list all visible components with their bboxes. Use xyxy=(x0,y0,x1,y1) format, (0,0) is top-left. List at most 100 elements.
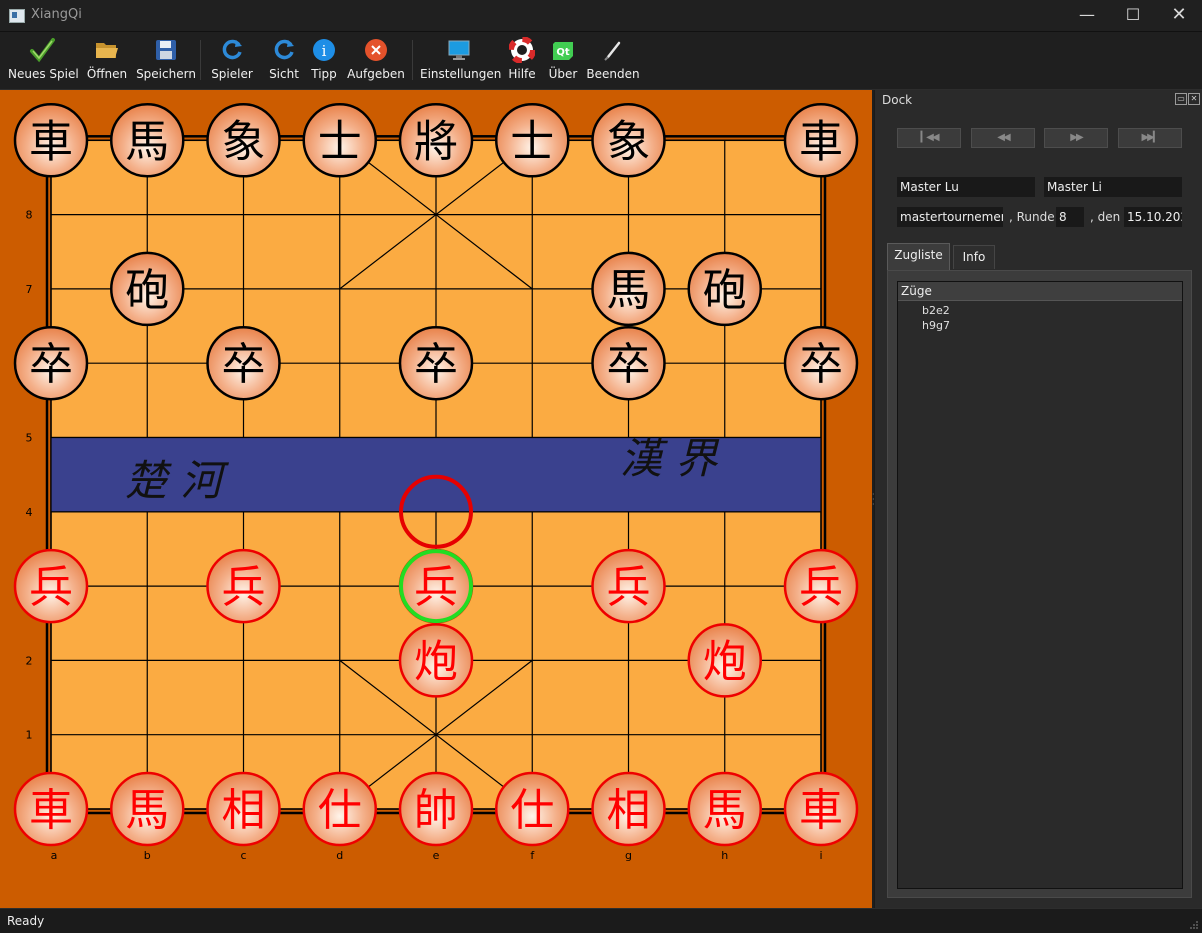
view-button[interactable]: Sicht xyxy=(264,32,304,89)
piece-char: 卒 xyxy=(414,339,458,390)
red-piece[interactable]: 兵 xyxy=(783,548,859,624)
xiangqi-board[interactable]: 楚 河漢 界 875421a b c d e f g h i 車馬象士將士象車砲馬砲卒卒卒卒卒兵… xyxy=(0,90,872,908)
black-piece[interactable]: 象 xyxy=(591,103,666,178)
piece-char: 車 xyxy=(29,785,73,836)
black-piece[interactable]: 馬 xyxy=(591,251,666,327)
piece-char: 象 xyxy=(222,116,266,167)
close-button[interactable]: ✕ xyxy=(1156,0,1202,31)
minimize-button[interactable]: — xyxy=(1064,0,1110,31)
about-button[interactable]: Qt Über xyxy=(544,32,582,89)
piece-char: 象 xyxy=(607,116,651,167)
dock-close-button[interactable]: ✕ xyxy=(1188,93,1200,105)
open-button[interactable]: Öffnen xyxy=(84,32,130,89)
file-label: b xyxy=(144,849,151,862)
black-piece[interactable]: 將 xyxy=(398,103,474,178)
piece-char: 士 xyxy=(318,116,362,167)
black-piece[interactable]: 卒 xyxy=(13,325,89,401)
black-piece[interactable]: 卒 xyxy=(398,325,474,401)
red-piece[interactable]: 車 xyxy=(13,771,89,847)
rank-label: 4 xyxy=(26,506,33,519)
lifebuoy-icon xyxy=(509,37,535,63)
red-piece[interactable]: 兵 xyxy=(206,548,281,624)
black-piece[interactable]: 車 xyxy=(783,103,859,178)
piece-char: 炮 xyxy=(703,636,747,687)
next-move-icon: ▶▶ xyxy=(1070,132,1083,143)
hint-button[interactable]: i Tipp xyxy=(304,32,344,89)
moves-list[interactable]: Züge b2e2 h9g7 xyxy=(897,281,1183,889)
toolbar-separator xyxy=(200,40,201,80)
event-field[interactable]: mastertournement xyxy=(896,206,1004,228)
size-grip-icon[interactable] xyxy=(1189,920,1199,930)
list-item[interactable]: b2e2 xyxy=(922,304,950,317)
black-piece[interactable]: 砲 xyxy=(110,251,185,327)
dock-float-button[interactable]: ▭ xyxy=(1175,93,1187,105)
piece-char: 兵 xyxy=(799,562,843,613)
toolbar-separator xyxy=(412,40,413,80)
info-icon: i xyxy=(313,39,335,61)
red-piece[interactable]: 仕 xyxy=(495,771,570,847)
black-piece[interactable]: 砲 xyxy=(687,251,762,327)
piece-char: 車 xyxy=(29,116,73,167)
prev-move-button[interactable]: ◀◀ xyxy=(971,128,1035,148)
last-move-button[interactable]: ▶▶▎ xyxy=(1118,128,1182,148)
red-piece[interactable]: 相 xyxy=(591,771,666,847)
piece-char: 兵 xyxy=(414,562,458,613)
red-piece[interactable]: 仕 xyxy=(302,771,377,847)
piece-char: 砲 xyxy=(703,265,747,316)
red-piece[interactable]: 馬 xyxy=(110,771,185,847)
maximize-button[interactable]: ☐ xyxy=(1110,0,1156,31)
piece-char: 馬 xyxy=(125,785,169,836)
red-piece[interactable]: 兵 xyxy=(13,548,89,624)
tab-move-list[interactable]: Zugliste xyxy=(887,243,950,270)
last-move-icon: ▶▶▎ xyxy=(1141,132,1160,143)
black-piece[interactable]: 馬 xyxy=(110,103,185,178)
moves-column-header[interactable]: Züge xyxy=(898,282,1182,301)
black-piece[interactable]: 士 xyxy=(302,103,377,178)
red-piece[interactable]: 相 xyxy=(206,771,281,847)
dock-title: Dock xyxy=(882,93,913,107)
black-piece[interactable]: 卒 xyxy=(591,325,666,401)
file-label: f xyxy=(530,849,535,862)
first-move-icon: ▎◀◀ xyxy=(920,132,939,143)
black-piece[interactable]: 卒 xyxy=(206,325,281,401)
black-piece[interactable]: 車 xyxy=(13,103,89,178)
pen-icon xyxy=(604,41,621,61)
quit-button[interactable]: Beenden xyxy=(586,32,640,89)
black-piece[interactable]: 象 xyxy=(206,103,281,178)
red-piece[interactable]: 炮 xyxy=(687,623,762,698)
file-label: a xyxy=(51,849,58,862)
red-piece[interactable]: 兵 xyxy=(591,548,666,624)
player-button[interactable]: Spieler xyxy=(208,32,256,89)
refresh-icon xyxy=(222,39,242,60)
black-piece[interactable]: 卒 xyxy=(783,325,859,401)
red-piece[interactable]: 車 xyxy=(783,771,859,847)
red-piece[interactable]: 炮 xyxy=(398,623,474,698)
svg-text:i: i xyxy=(322,42,327,60)
file-label: h xyxy=(721,849,728,862)
player-red-field[interactable]: Master Lu xyxy=(896,176,1036,198)
help-button[interactable]: Hilfe xyxy=(504,32,540,89)
board-area[interactable]: 楚 河漢 界 875421abcdefghi 車馬象士將士象車砲馬砲卒卒卒卒卒兵… xyxy=(0,90,872,908)
piece-char: 兵 xyxy=(607,562,651,613)
settings-button[interactable]: Einstellungen xyxy=(420,32,501,89)
rank-label: 5 xyxy=(26,432,33,445)
tab-info[interactable]: Info xyxy=(953,245,995,269)
resign-button[interactable]: Aufgeben xyxy=(346,32,406,89)
new-game-button[interactable]: Neues Spiel xyxy=(8,32,79,89)
first-move-button[interactable]: ▎◀◀ xyxy=(897,128,961,148)
list-item[interactable]: h9g7 xyxy=(922,319,950,332)
date-field[interactable]: 15.10.2023 xyxy=(1123,206,1183,228)
file-label: d xyxy=(336,849,343,862)
refresh-icon xyxy=(274,39,294,60)
window-title: XiangQi xyxy=(31,7,82,22)
save-button[interactable]: Speichern xyxy=(136,32,196,89)
next-move-button[interactable]: ▶▶ xyxy=(1044,128,1108,148)
red-piece[interactable]: 帥 xyxy=(398,771,474,847)
piece-char: 卒 xyxy=(222,339,266,390)
red-piece[interactable]: 馬 xyxy=(687,771,762,847)
round-field[interactable]: 8 xyxy=(1055,206,1085,228)
black-piece[interactable]: 士 xyxy=(495,103,570,178)
file-label: c xyxy=(240,849,246,862)
player-black-field[interactable]: Master Li xyxy=(1043,176,1183,198)
piece-char: 馬 xyxy=(703,785,747,836)
